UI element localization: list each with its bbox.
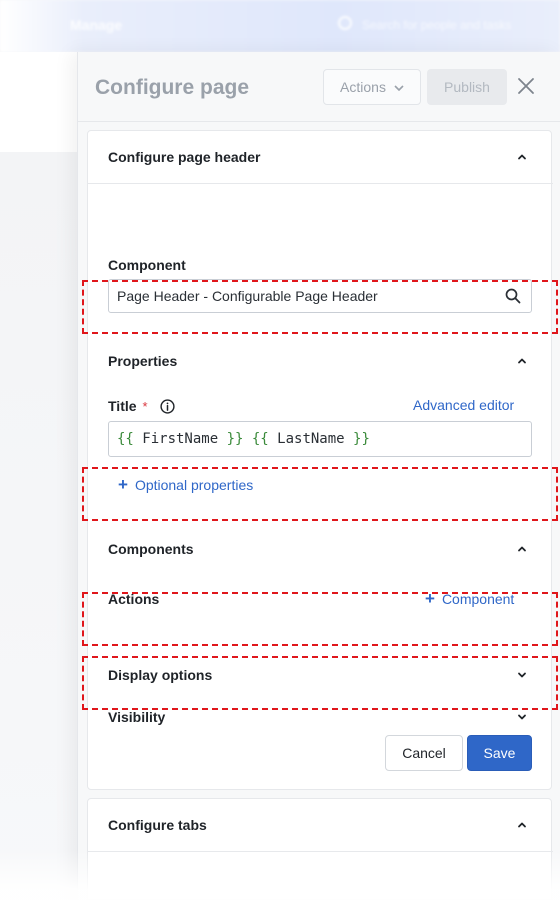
- publish-button[interactable]: Publish: [427, 69, 507, 105]
- chevron-up-icon: [518, 358, 526, 364]
- section-label: Components: [108, 541, 194, 557]
- cancel-button[interactable]: Cancel: [385, 735, 463, 771]
- optional-properties-button[interactable]: + Optional properties: [118, 475, 254, 494]
- save-button[interactable]: Save: [467, 735, 532, 771]
- section-header-components[interactable]: Components: [88, 523, 553, 575]
- background-top-bar: Manage Search for people and tasks: [0, 0, 560, 52]
- chevron-up-icon: [518, 822, 526, 828]
- actions-button-label: Actions: [340, 79, 386, 95]
- configure-page-drawer: Configure page Actions Publish Configure…: [77, 52, 560, 900]
- required-marker: *: [142, 398, 148, 414]
- chevron-down-icon: [394, 85, 404, 91]
- component-field-label: Component: [108, 257, 186, 273]
- title-field-label: Title: [108, 398, 137, 414]
- actions-field-label: Actions: [108, 591, 160, 607]
- close-icon[interactable]: [515, 75, 537, 97]
- section-label: Properties: [108, 353, 178, 369]
- background-app-title: Manage: [70, 17, 123, 33]
- configure-page-header-card: Configure page header Component Page Hea…: [87, 130, 553, 790]
- background-left-lower: [0, 152, 78, 900]
- add-component-button[interactable]: + Component: [425, 589, 515, 608]
- background-search-placeholder: Search for people and tasks: [362, 18, 512, 32]
- title-template-input[interactable]: {{ FirstName }} {{ LastName }}: [108, 421, 532, 457]
- plus-icon: +: [425, 589, 435, 608]
- plus-icon: +: [118, 475, 128, 494]
- chevron-up-icon: [518, 546, 526, 552]
- section-label: Configure page header: [108, 149, 261, 165]
- section-header-properties[interactable]: Properties: [88, 335, 553, 387]
- background-left-panel: [0, 52, 78, 152]
- template-brace-open: {{: [251, 431, 269, 447]
- template-field-firstname: FirstName: [133, 431, 227, 447]
- template-brace-close: }}: [226, 431, 244, 447]
- section-label: Configure tabs: [108, 817, 207, 833]
- drawer-header: Configure page Actions Publish: [78, 52, 560, 122]
- info-icon[interactable]: [159, 398, 175, 414]
- section-header-configure-tabs[interactable]: Configure tabs: [88, 799, 553, 851]
- template-brace-open: {{: [117, 431, 134, 447]
- add-component-label: Component: [441, 591, 515, 607]
- template-field-lastname: LastName: [268, 431, 354, 447]
- optional-properties-label: Optional properties: [134, 477, 254, 493]
- drawer-title: Configure page: [95, 76, 250, 99]
- component-search-input[interactable]: Page Header - Configurable Page Header: [108, 279, 532, 313]
- section-header-display-options[interactable]: Display options: [88, 649, 553, 701]
- chevron-down-icon: [518, 672, 526, 678]
- bottom-fade: [0, 850, 560, 900]
- search-icon[interactable]: [505, 288, 521, 304]
- actions-dropdown-button[interactable]: Actions: [323, 69, 421, 105]
- section-label: Display options: [108, 667, 213, 683]
- advanced-editor-link[interactable]: Advanced editor: [413, 397, 514, 413]
- divider: [88, 183, 553, 184]
- background-search-icon: [338, 16, 352, 30]
- chevron-up-icon: [518, 154, 526, 160]
- title-field-label-row: Title *: [108, 397, 175, 415]
- section-label: Visibility: [108, 709, 166, 725]
- template-brace-close: }}: [353, 431, 370, 447]
- section-header-configure-page-header[interactable]: Configure page header: [88, 131, 553, 183]
- chevron-down-icon: [518, 714, 526, 720]
- component-input-value: Page Header - Configurable Page Header: [117, 288, 378, 304]
